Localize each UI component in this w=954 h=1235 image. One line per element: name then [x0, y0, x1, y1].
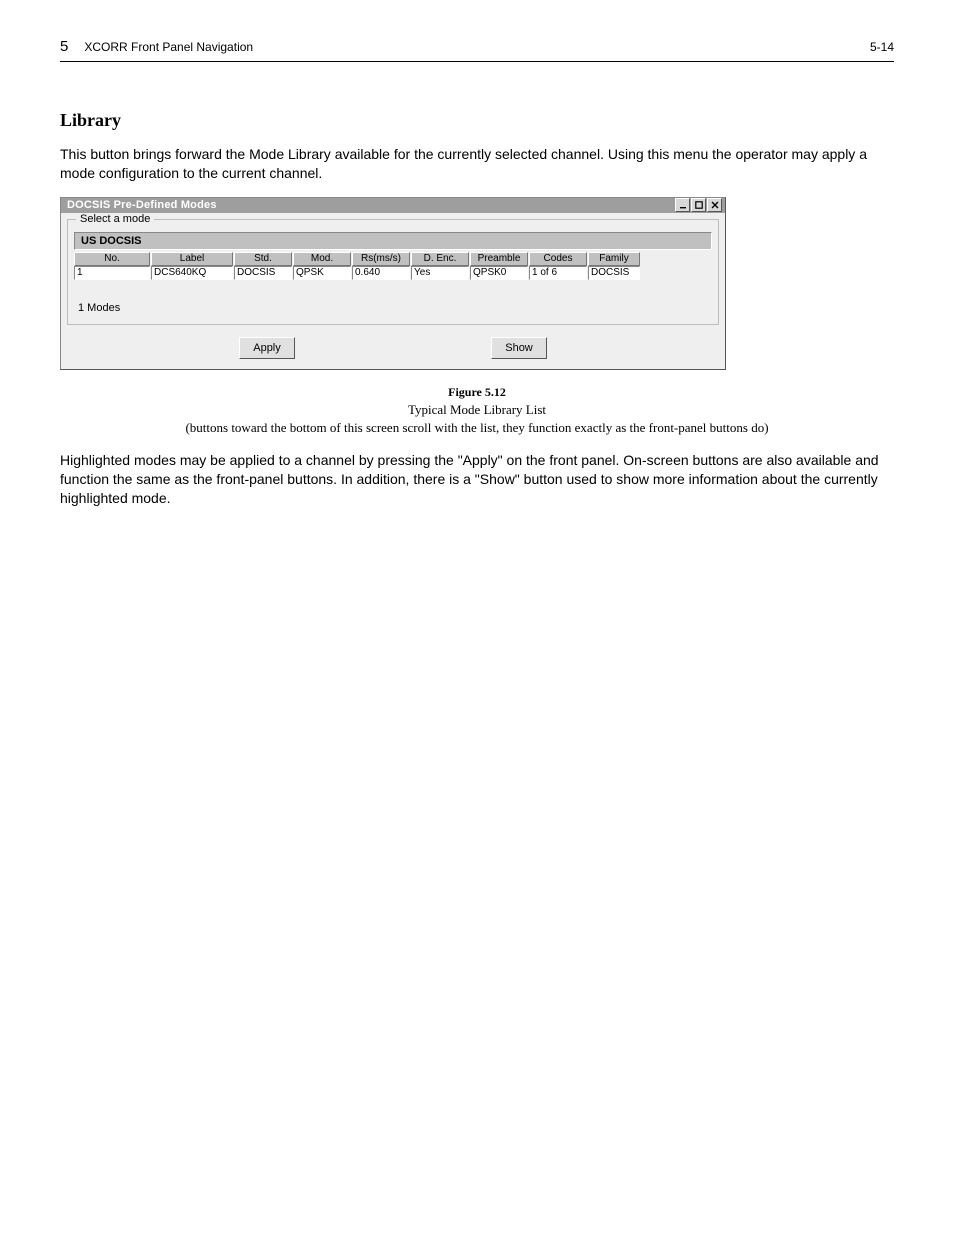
section-title: Library [60, 110, 894, 131]
window-body: Select a mode US DOCSIS No. Label Std. M… [60, 213, 726, 370]
figure-desc-line1: Typical Mode Library List [60, 401, 894, 419]
mode-cell: 0.640 [352, 266, 410, 280]
apply-button[interactable]: Apply [239, 337, 295, 359]
col-header: No. [74, 252, 150, 266]
col-header: Rs(ms/s) [352, 252, 410, 266]
groupbox-legend: Select a mode [76, 213, 154, 225]
mode-cell: DOCSIS [588, 266, 640, 280]
mode-cell: Yes [411, 266, 469, 280]
col-header: Std. [234, 252, 292, 266]
col-header: Label [151, 252, 233, 266]
document-page: 5 XCORR Front Panel Navigation 5-14 Libr… [0, 0, 954, 1235]
col-header: Preamble [470, 252, 528, 266]
chapter-number: 5 [60, 38, 68, 55]
col-header: Codes [529, 252, 587, 266]
window-titlebar: DOCSIS Pre-Defined Modes [60, 197, 726, 213]
mode-table-header: No. Label Std. Mod. Rs(ms/s) D. Enc. Pre… [74, 252, 712, 266]
mode-group-header-label: US DOCSIS [81, 235, 142, 247]
section-intro: This button brings forward the Mode Libr… [60, 145, 894, 183]
chapter-title: XCORR Front Panel Navigation [84, 40, 253, 54]
close-button[interactable] [707, 198, 722, 212]
section-post-text: Highlighted modes may be applied to a ch… [60, 451, 894, 508]
titlebar-buttons [674, 198, 722, 212]
page-number: 5-14 [870, 40, 894, 54]
header-rule [60, 61, 894, 62]
figure-label: Figure 5.12 [60, 384, 894, 401]
show-button[interactable]: Show [491, 337, 547, 359]
mode-table-row[interactable]: 1 DCS640KQ DOCSIS QPSK 0.640 Yes QPSK0 1… [74, 266, 712, 280]
window-title: DOCSIS Pre-Defined Modes [67, 199, 217, 211]
col-header: D. Enc. [411, 252, 469, 266]
mode-cell: QPSK0 [470, 266, 528, 280]
mode-cell: 1 [74, 266, 150, 280]
modes-window: DOCSIS Pre-Defined Modes Select a mode U… [60, 197, 726, 370]
mode-cell: DOCSIS [234, 266, 292, 280]
figure-desc-line2: (buttons toward the bottom of this scree… [60, 419, 894, 437]
maximize-button[interactable] [691, 198, 706, 212]
mode-cell: QPSK [293, 266, 351, 280]
mode-group-header[interactable]: US DOCSIS [74, 232, 712, 250]
running-header: 5 XCORR Front Panel Navigation 5-14 [60, 38, 894, 55]
mode-count: 1 Modes [78, 302, 712, 314]
minimize-button[interactable] [675, 198, 690, 212]
figure-caption: Figure 5.12 Typical Mode Library List (b… [60, 384, 894, 437]
col-header: Family [588, 252, 640, 266]
mode-cell: DCS640KQ [151, 266, 233, 280]
window-button-row: Apply Show [67, 337, 719, 359]
mode-cell: 1 of 6 [529, 266, 587, 280]
col-header: Mod. [293, 252, 351, 266]
mode-groupbox: Select a mode US DOCSIS No. Label Std. M… [67, 219, 719, 325]
